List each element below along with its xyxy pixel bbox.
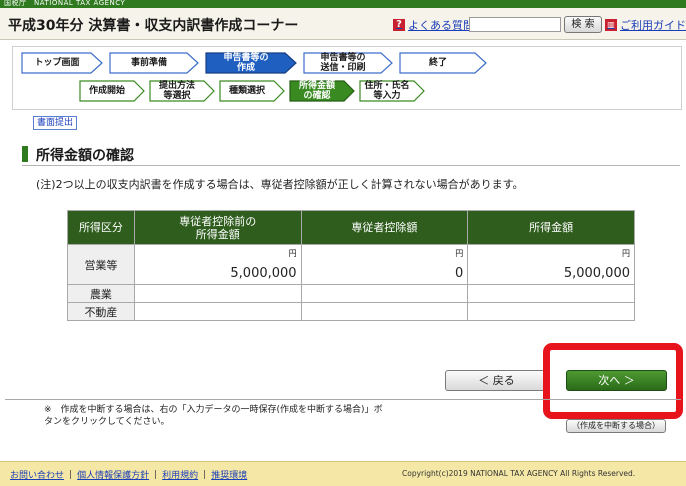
step-label: 提出方法 等選択 xyxy=(158,81,195,101)
step-label: 申告書等の 作成 xyxy=(223,53,269,73)
faq-label: よくある質問 xyxy=(408,19,474,32)
search-button[interactable]: 検 索 xyxy=(564,16,602,33)
unit-label: 円 xyxy=(455,249,464,258)
amount-value: 5,000,000 xyxy=(563,266,630,281)
substep-address-name: 住所・氏名 等入力 xyxy=(359,80,425,102)
category-cell: 営業等 xyxy=(67,244,135,285)
step-label: 所得金額 の確認 xyxy=(298,81,335,101)
paper-submission-link[interactable]: 書面提出 xyxy=(33,116,78,130)
guide-link[interactable]: ▥ ご利用ガイド xyxy=(605,17,686,33)
footer-link-contact[interactable]: お問い合わせ xyxy=(10,468,64,481)
step-finish: 終了 xyxy=(399,52,487,74)
category-cell: 不動産 xyxy=(67,302,135,321)
column-header: 専従者控除前の 所得金額 xyxy=(133,210,302,245)
step-send-print: 申告書等の 送信・印刷 xyxy=(303,52,393,74)
search-input[interactable] xyxy=(469,17,561,32)
footer-link-environment[interactable]: 推奨環境 xyxy=(211,468,247,481)
section-marker xyxy=(22,146,28,162)
step-top: トップ画面 xyxy=(21,52,103,74)
category-cell: 農業 xyxy=(67,284,135,303)
unit-label: 円 xyxy=(622,249,630,258)
step-create-return: 申告書等の 作成 xyxy=(205,52,297,74)
link-separator: | xyxy=(203,469,207,480)
step-label: 事前準備 xyxy=(130,58,167,68)
divider xyxy=(5,399,681,400)
step-label: 終了 xyxy=(428,58,447,68)
question-icon: ? xyxy=(393,19,405,31)
amount-value: 5,000,000 xyxy=(230,266,297,281)
step-label: トップ画面 xyxy=(34,58,80,68)
copyright-text: Copyright(c)2019 NATIONAL TAX AGENCY All… xyxy=(402,469,636,478)
amount-cell xyxy=(300,284,469,303)
step-label: 種類選択 xyxy=(228,86,265,96)
step-label: 申告書等の 送信・印刷 xyxy=(320,53,366,73)
suspend-button[interactable]: （作成を中断する場合） xyxy=(566,419,666,433)
table-row: 営業等 円 5,000,000 円 0 円 5,000,000 xyxy=(67,244,635,285)
column-header: 所得金額 xyxy=(467,210,635,245)
substep-type-select: 種類選択 xyxy=(219,80,285,102)
table-row: 不動産 xyxy=(67,302,635,321)
footer-link-privacy[interactable]: 個人情報保護方針 xyxy=(77,468,149,481)
link-separator: | xyxy=(154,469,158,480)
suspend-note: ※ 作成を中断する場合は、右の「入力データの一時保存(作成を中断する場合)」ボタ… xyxy=(44,405,383,427)
amount-cell: 円 5,000,000 xyxy=(467,244,635,285)
amount-cell xyxy=(467,284,635,303)
step-preparation: 事前準備 xyxy=(109,52,199,74)
page-title: 平成30年分 決算書・収支内訳書作成コーナー xyxy=(8,18,299,34)
guide-label: ご利用ガイド xyxy=(620,19,686,32)
faq-link[interactable]: ? よくある質問 xyxy=(393,17,474,33)
amount-cell xyxy=(133,284,302,303)
amount-value: 0 xyxy=(454,266,464,281)
substep-start: 作成開始 xyxy=(79,80,145,102)
footer-link-terms[interactable]: 利用規約 xyxy=(162,468,198,481)
agency-name: 国税庁 NATIONAL TAX AGENCY xyxy=(4,0,126,7)
page-header: 平成30年分 決算書・収支内訳書作成コーナー ? よくある質問 検 索 ▥ ご利… xyxy=(0,8,686,40)
unit-label: 円 xyxy=(288,249,297,258)
substep-income-check: 所得金額 の確認 xyxy=(289,80,355,102)
amount-cell: 円 0 xyxy=(300,244,469,285)
step-label: 住所・氏名 等入力 xyxy=(364,81,410,101)
section-title: 所得金額の確認 xyxy=(36,148,134,164)
substep-submission-method: 提出方法 等選択 xyxy=(149,80,215,102)
page-footer: お問い合わせ | 個人情報保護方針 | 利用規約 | 推奨環境 Copyrigh… xyxy=(0,461,686,486)
section-heading: 所得金額の確認 xyxy=(22,144,680,166)
amount-cell xyxy=(300,302,469,321)
step-label: 作成開始 xyxy=(88,86,125,96)
highlight-frame xyxy=(543,343,683,419)
footer-links: お問い合わせ | 個人情報保護方針 | 利用規約 | 推奨環境 xyxy=(10,468,247,482)
column-header: 所得区分 xyxy=(67,210,135,245)
table-row: 農業 xyxy=(67,284,635,303)
link-separator: | xyxy=(69,469,73,480)
back-button[interactable]: ＜ 戻る xyxy=(445,370,548,391)
amount-cell: 円 5,000,000 xyxy=(133,244,302,285)
amount-cell xyxy=(133,302,302,321)
amount-cell xyxy=(467,302,635,321)
column-header: 専従者控除額 xyxy=(300,210,469,245)
progress-steps: トップ画面 事前準備 申告書等の 作成 申告書等の 送信・印刷 終了 作成開始 … xyxy=(12,46,682,110)
notice-text: (注)2つ以上の収支内訳書を作成する場合は、専従者控除額が正しく計算されない場合… xyxy=(36,178,524,191)
book-icon: ▥ xyxy=(605,19,617,31)
agency-banner: 国税庁 NATIONAL TAX AGENCY xyxy=(0,0,686,8)
income-table: 所得区分 専従者控除前の 所得金額 専従者控除額 所得金額 営業等 円 5,00… xyxy=(67,210,635,321)
